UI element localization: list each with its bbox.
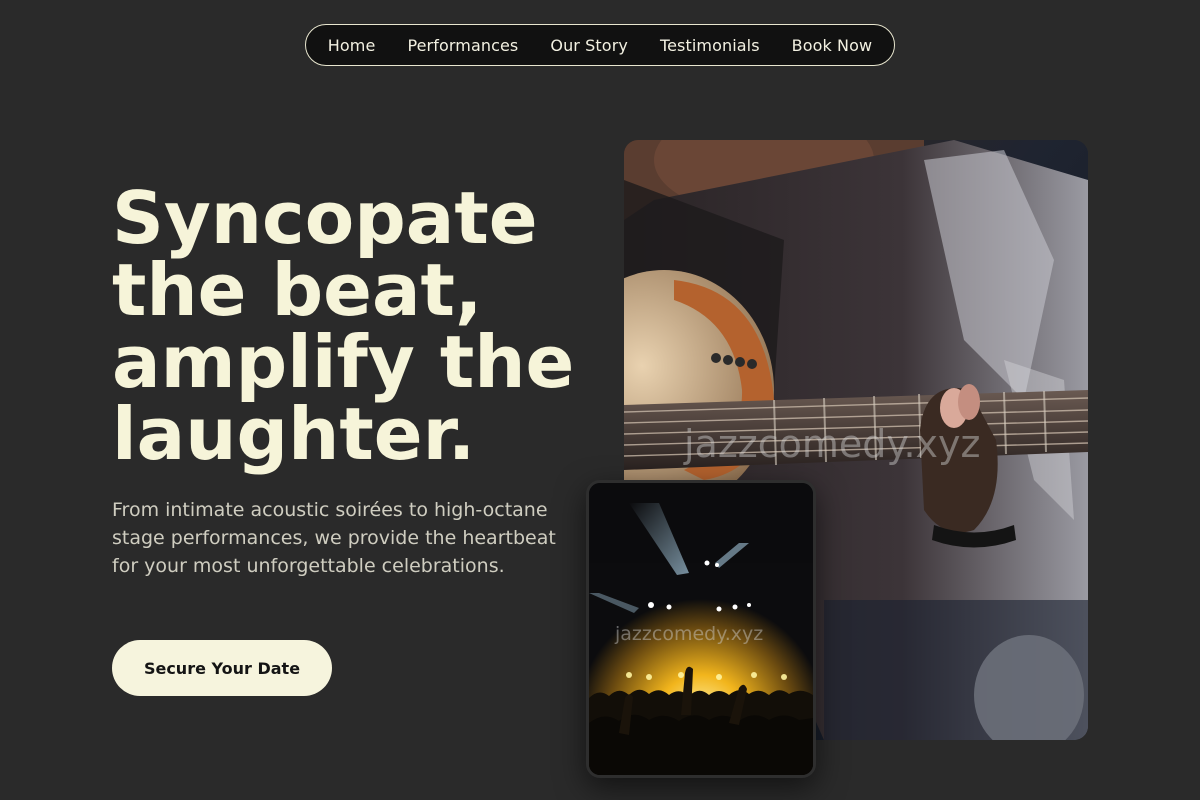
nav-testimonials[interactable]: Testimonials: [660, 36, 760, 55]
nav-performances[interactable]: Performances: [407, 36, 518, 55]
small-watermark: jazzcomedy.xyz: [615, 623, 764, 645]
secure-date-button[interactable]: Secure Your Date: [112, 640, 332, 696]
concert-image: jazzcomedy.xyz: [586, 480, 816, 778]
nav-our-story[interactable]: Our Story: [550, 36, 628, 55]
top-nav: Home Performances Our Story Testimonials…: [305, 24, 895, 66]
main-watermark: jazzcomedy.xyz: [684, 422, 981, 466]
hero-headline: Syncopate the beat, amplify the laughter…: [112, 176, 575, 476]
hero-subtext: From intimate acoustic soirées to high-o…: [112, 499, 556, 577]
nav-book-now[interactable]: Book Now: [792, 36, 873, 55]
nav-home[interactable]: Home: [328, 36, 376, 55]
